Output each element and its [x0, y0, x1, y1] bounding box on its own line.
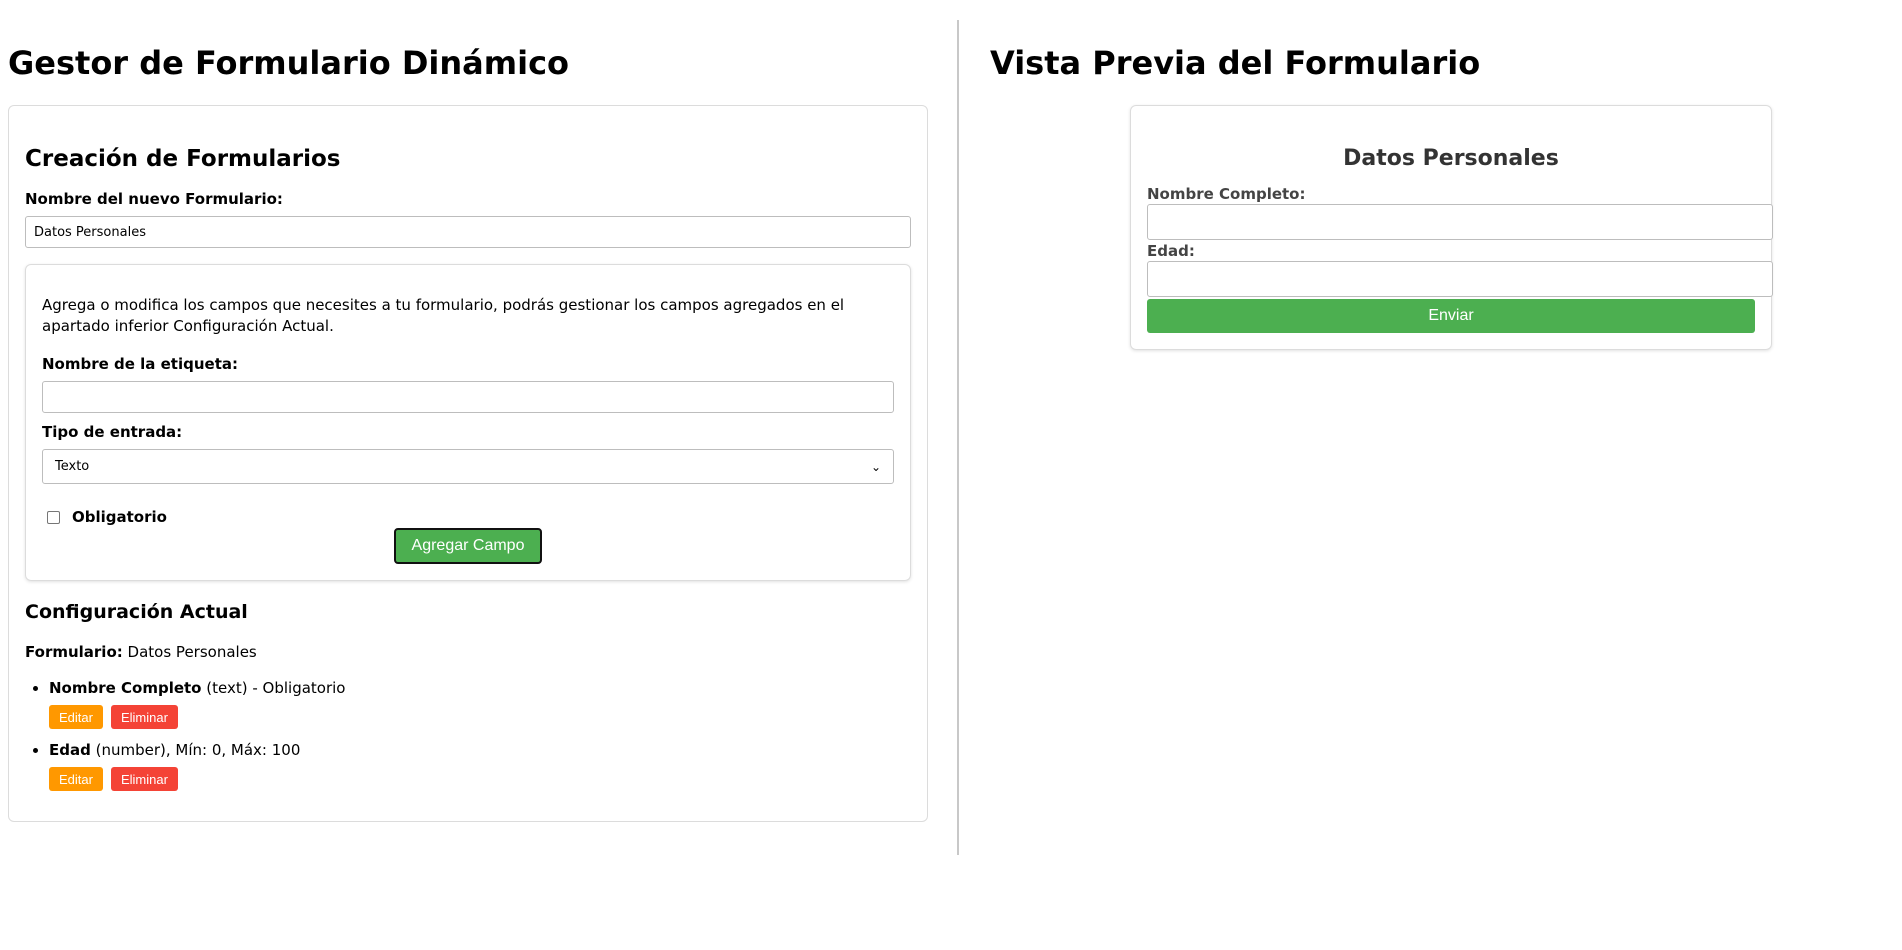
preview-panel: Vista Previa del Formulario Datos Person…	[990, 20, 1890, 351]
chevron-down-icon: ⌄	[870, 459, 881, 474]
tag-name-input[interactable]	[42, 381, 894, 414]
preview-field-input[interactable]	[1147, 261, 1773, 298]
preview-field-label: Nombre Completo:	[1147, 185, 1306, 204]
field-list: Nombre Completo (text) - Obligatorio Edi…	[25, 679, 911, 792]
field-detail: (text) - Obligatorio	[206, 679, 346, 698]
preview-form-title: Datos Personales	[1343, 146, 1559, 172]
preview-title: Vista Previa del Formulario	[990, 44, 1481, 82]
creation-heading: Creación de Formularios	[25, 146, 341, 173]
delete-button[interactable]: Eliminar	[110, 767, 178, 792]
config-heading: Configuración Actual	[25, 601, 248, 624]
config-form-info: Formulario: Datos Personales	[25, 643, 911, 661]
field-detail: (number), Mín: 0, Máx: 100	[95, 741, 301, 760]
list-item: Nombre Completo (text) - Obligatorio Edi…	[49, 679, 911, 730]
required-checkbox[interactable]	[47, 510, 60, 524]
add-field-button[interactable]: Agregar Campo	[394, 528, 542, 565]
input-type-select[interactable]: Texto ⌄	[42, 449, 894, 485]
preview-card: Datos Personales Nombre Completo: Edad: …	[1130, 105, 1773, 351]
submit-button[interactable]: Enviar	[1147, 299, 1755, 334]
field-actions: Editar Eliminar	[49, 705, 911, 730]
form-name-label: Nombre del nuevo Formulario:	[25, 190, 283, 209]
field-editor-card: Agrega o modifica los campos que necesit…	[25, 264, 911, 582]
field-name: Edad	[49, 741, 91, 760]
field-name: Nombre Completo	[49, 679, 202, 698]
preview-field-label: Edad:	[1147, 242, 1195, 261]
field-editor-description: Agrega o modifica los campos que necesit…	[42, 296, 845, 336]
form-name-input[interactable]	[25, 216, 911, 249]
tag-name-label: Nombre de la etiqueta:	[42, 355, 239, 374]
field-actions: Editar Eliminar	[49, 767, 911, 792]
list-item: Edad (number), Mín: 0, Máx: 100 Editar E…	[49, 741, 911, 792]
panel-divider	[957, 20, 959, 855]
required-row: Obligatorio	[42, 508, 894, 526]
required-label: Obligatorio	[72, 508, 167, 527]
edit-button[interactable]: Editar	[49, 705, 103, 730]
page-title: Gestor de Formulario Dinámico	[8, 44, 570, 82]
input-type-selected: Texto	[55, 459, 90, 475]
config-form-name: Datos Personales	[127, 643, 257, 662]
input-type-label: Tipo de entrada:	[42, 423, 183, 442]
edit-button[interactable]: Editar	[49, 767, 103, 792]
form-builder-panel: Gestor de Formulario Dinámico Creación d…	[8, 20, 928, 823]
delete-button[interactable]: Eliminar	[110, 705, 178, 730]
preview-field-input[interactable]	[1147, 204, 1773, 241]
builder-card: Creación de Formularios Nombre del nuevo…	[8, 105, 928, 823]
config-form-label: Formulario:	[25, 643, 123, 662]
